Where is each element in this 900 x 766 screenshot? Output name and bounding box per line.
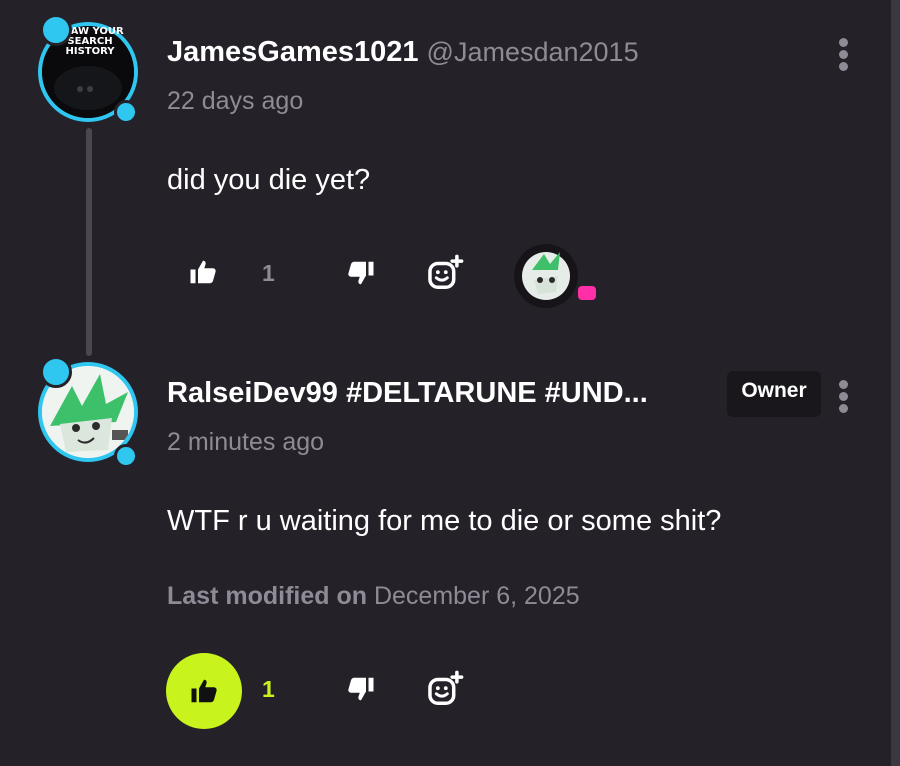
last-modified-date: December 6, 2025 — [373, 582, 580, 610]
like-button-active[interactable] — [166, 653, 242, 729]
last-modified-label: Last modified on — [167, 582, 367, 610]
comment-text: WTF r u waiting for me to die or some sh… — [167, 505, 722, 537]
author-name[interactable]: RalseiDev99 #DELTARUNE #UND... — [167, 377, 648, 410]
avatar-badge-icon — [114, 444, 138, 468]
owner-badge: Owner — [727, 371, 821, 417]
thumbs-up-icon — [191, 679, 217, 703]
avatar-badge-icon — [40, 356, 72, 388]
dislike-button[interactable] — [346, 674, 378, 706]
more-options-icon[interactable] — [836, 380, 850, 418]
add-reaction-button[interactable] — [426, 670, 466, 710]
comment-timestamp: 2 minutes ago — [167, 428, 325, 456]
scrollbar[interactable] — [891, 0, 900, 766]
add-reaction-icon — [428, 670, 464, 705]
last-modified: Last modified on December 6, 2025 — [167, 582, 580, 611]
comment: RalseiDev99 #DELTARUNE #UND... Owner 2 m… — [0, 0, 890, 729]
like-count: 1 — [262, 676, 275, 702]
thumbs-down-icon — [348, 677, 374, 701]
